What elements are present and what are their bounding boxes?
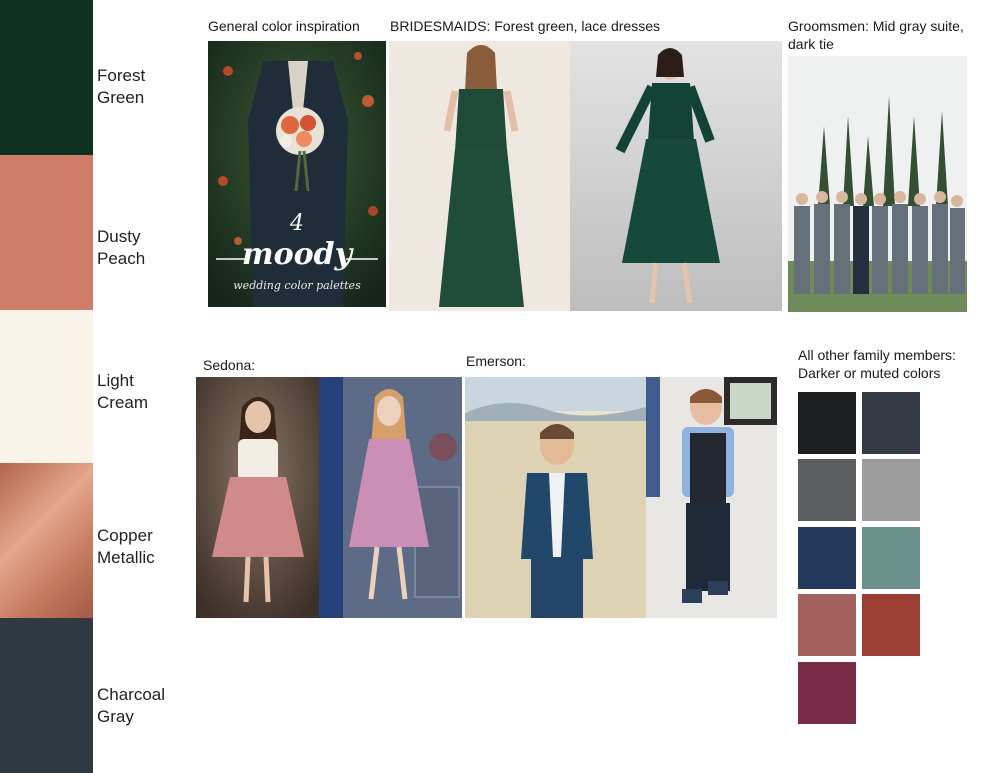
label-line1: Copper: [97, 526, 153, 545]
caption-emerson: Emerson:: [466, 353, 526, 369]
swatch-label-dusty-peach: Dusty Peach: [97, 226, 145, 270]
emerson-photo-1: [465, 377, 646, 618]
caption-bridesmaids: BRIDESMAIDS: Forest green, lace dresses: [390, 18, 660, 34]
swatch-label-light-cream: Light Cream: [97, 370, 148, 414]
label-line2: Peach: [97, 249, 146, 268]
inspiration-subtitle: wedding color palettes: [233, 279, 361, 292]
swatch-light-cream: [0, 310, 93, 463]
bridesmaid-photo-1: [389, 41, 570, 311]
label-line1: Light: [97, 371, 134, 390]
bridesmaid-photo-2: [570, 41, 782, 311]
family-color-chip: [862, 594, 920, 656]
swatch-label-copper-metallic: Copper Metallic: [97, 525, 155, 569]
caption-family: All other family members: Darker or mute…: [798, 346, 956, 382]
family-color-chip: [798, 662, 856, 724]
inspiration-title: moody: [241, 237, 353, 272]
label-line1: Charcoal: [97, 685, 166, 704]
family-color-chip: [862, 392, 920, 454]
family-color-chip: [798, 594, 856, 656]
family-color-chip: [798, 459, 856, 521]
sedona-photo-1: [196, 377, 319, 618]
emerson-photo-2: [646, 377, 777, 618]
family-color-chip: [862, 459, 920, 521]
label-line2: Metallic: [97, 548, 155, 567]
groomsmen-photo: [788, 56, 967, 312]
inspiration-photo: 4 moody wedding color palettes: [208, 41, 386, 307]
swatch-label-forest-green: Forest Green: [97, 65, 145, 109]
family-color-chip: [798, 527, 856, 589]
swatch-dusty-peach: [0, 155, 93, 310]
sedona-photo-2: [319, 377, 462, 618]
caption-general: General color inspiration: [208, 18, 360, 34]
label-line1: Dusty: [97, 227, 141, 246]
label-line2: Cream: [97, 393, 149, 412]
caption-line2: dark tie: [788, 36, 834, 52]
swatch-forest-green: [0, 0, 93, 155]
caption-line2: Darker or muted colors: [798, 365, 941, 381]
caption-sedona: Sedona:: [203, 357, 256, 373]
label-line2: Gray: [97, 707, 134, 726]
label-line2: Green: [97, 88, 145, 107]
swatch-copper-metallic: [0, 463, 93, 618]
label-line1: Forest: [97, 66, 146, 85]
swatch-charcoal-gray: [0, 618, 93, 773]
swatch-label-charcoal-gray: Charcoal Gray: [97, 684, 165, 728]
family-color-chip: [798, 392, 856, 454]
caption-groomsmen: Groomsmen: Mid gray suite, dark tie: [788, 17, 964, 53]
family-color-chip: [862, 527, 920, 589]
caption-line1: All other family members:: [798, 347, 956, 363]
caption-line1: Groomsmen: Mid gray suite,: [788, 18, 964, 34]
inspiration-number: 4: [290, 211, 304, 236]
